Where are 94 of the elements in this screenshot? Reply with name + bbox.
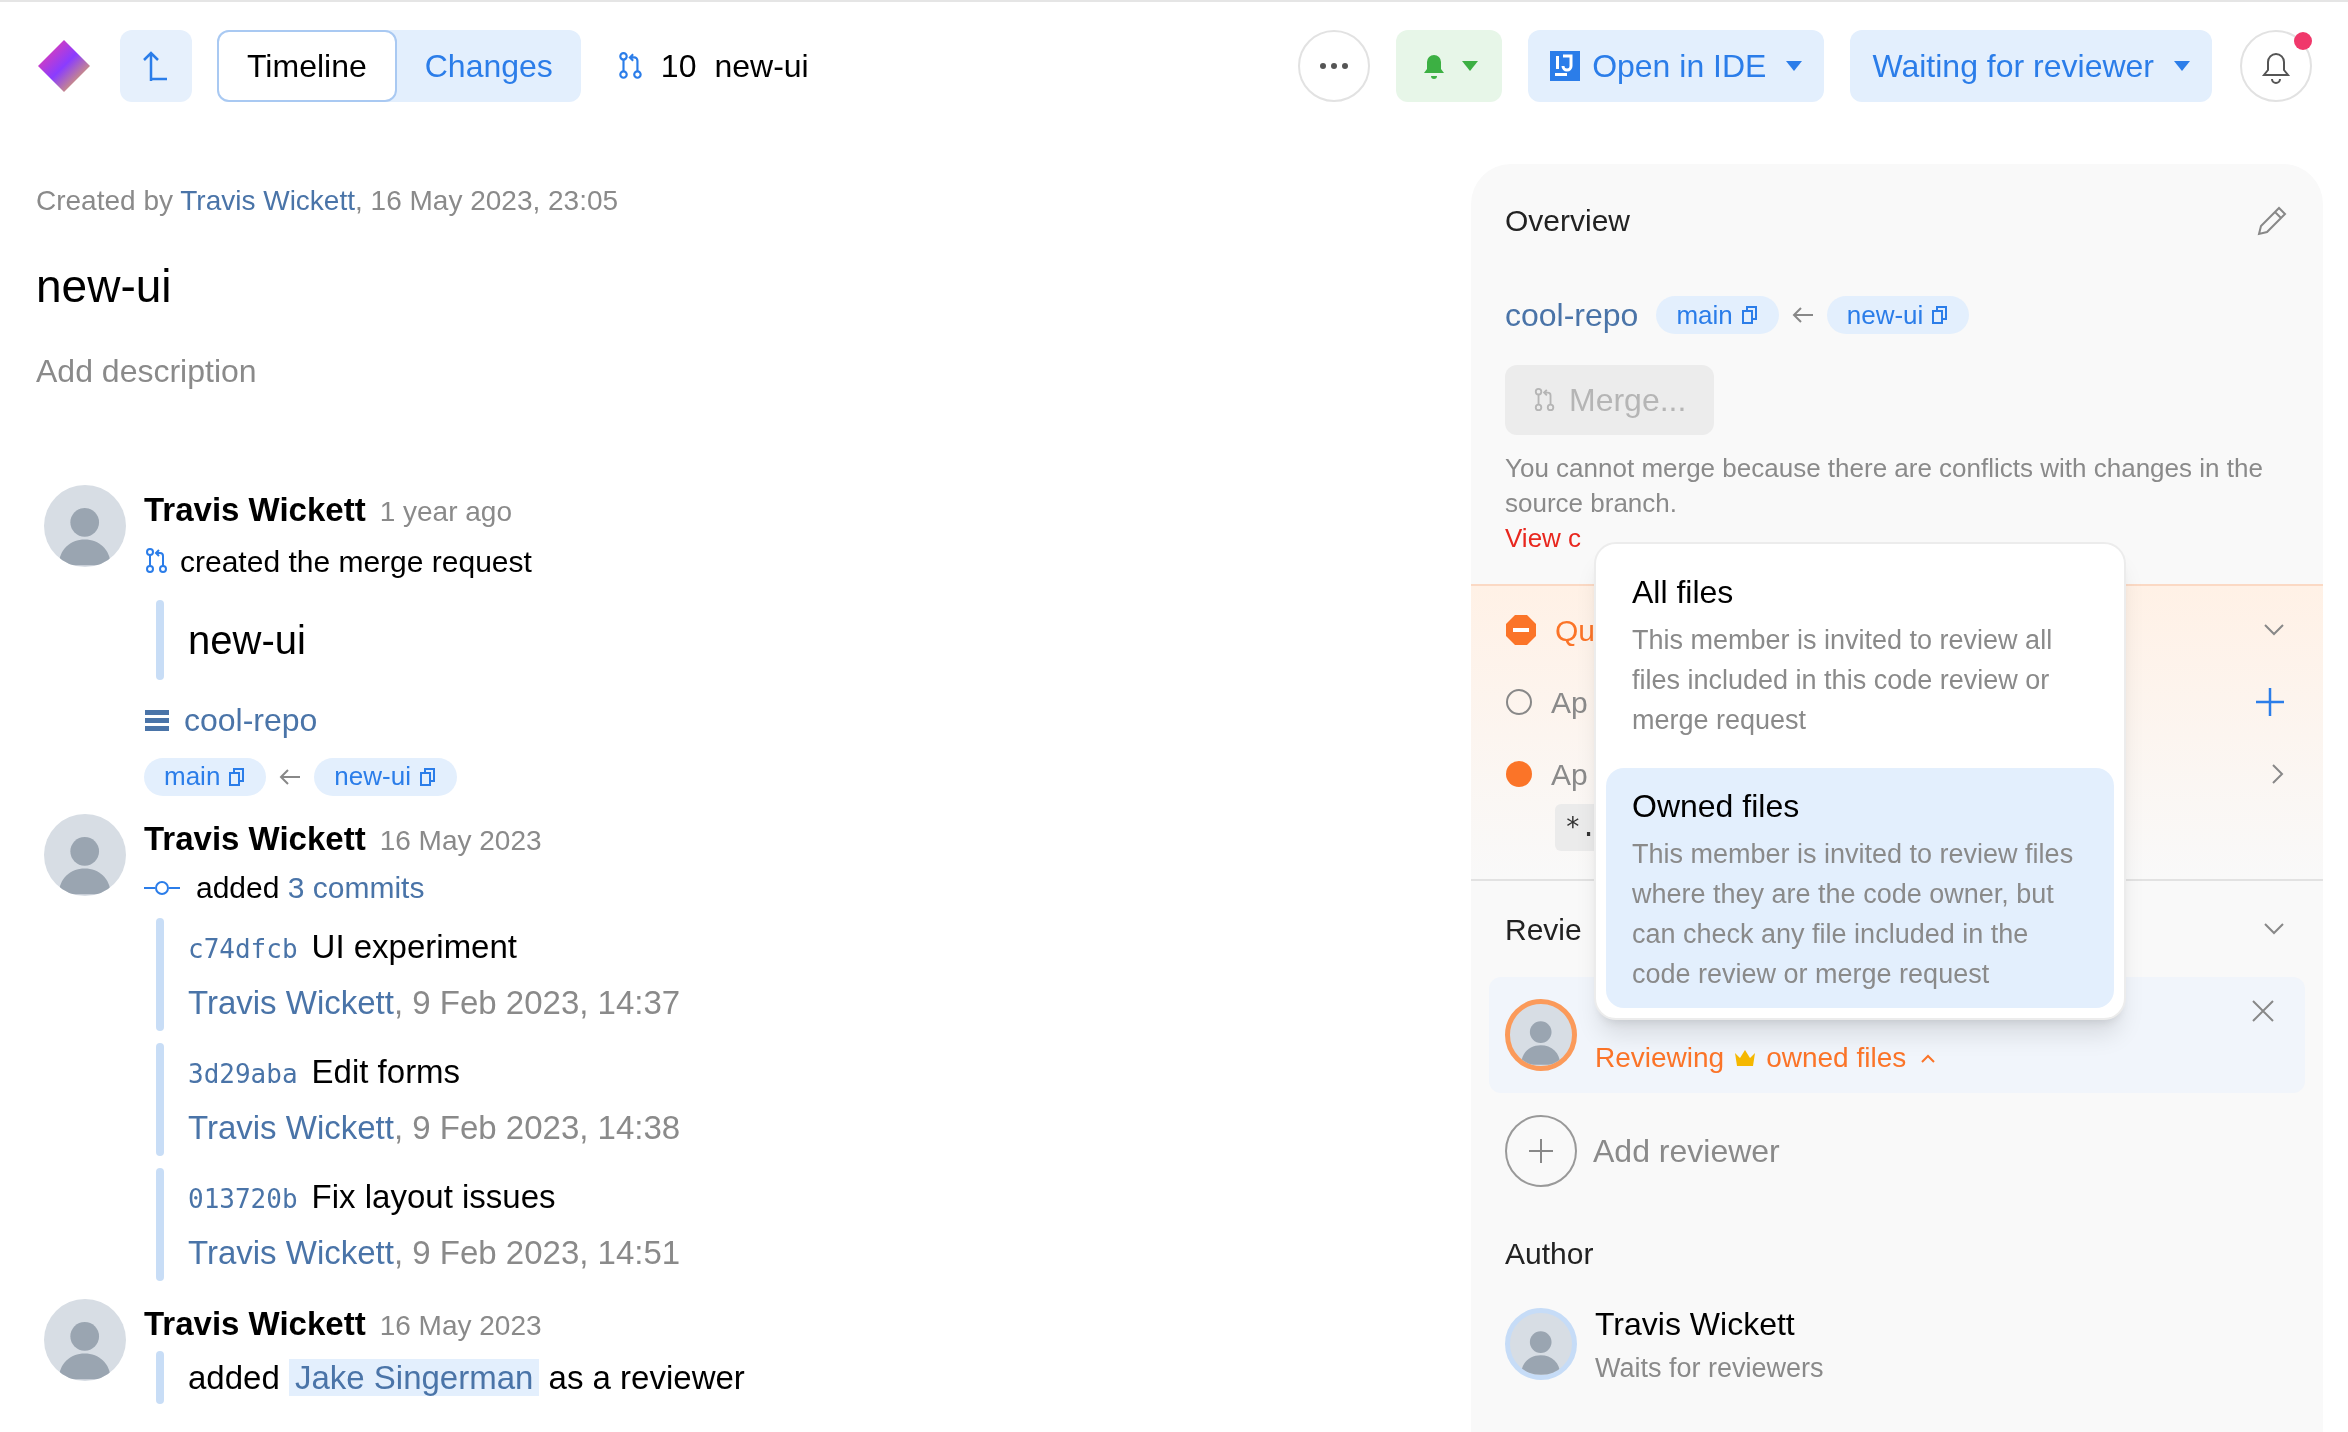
commit-message: UI experiment [311,927,517,967]
commit-author-date: Travis Wickett, 9 Feb 2023, 14:38 [188,1107,681,1148]
up-button[interactable] [120,30,192,102]
author-name: Travis Wickett [144,1304,366,1344]
subscription-button[interactable] [1396,30,1503,102]
target-branch-chip[interactable]: main [144,757,267,796]
rule-label: Ap [1551,684,1588,721]
event-action: created the merge request [180,543,532,580]
commit-icon [144,879,180,896]
author-link[interactable]: Travis Wickett [188,1108,394,1146]
created-by-text: Created by Travis Wickett, 16 May 2023, 23:05 [36,184,620,218]
merge-request-number: 10 [660,47,697,86]
review-status-button[interactable]: Waiting for reviewer [1850,30,2212,102]
crown-icon [1734,1049,1757,1067]
description-field[interactable]: Add description [36,347,257,395]
quote-bar [156,1350,164,1404]
tab[interactable]: Changes [396,30,581,102]
rule-action-button[interactable] [2255,687,2285,717]
option-description: This member is invited to review files where they are the code owner, but can check any file included in the code review or merge request [1632,838,2075,991]
plus-icon [2255,687,2285,717]
rule-action-button[interactable] [2271,763,2285,785]
caret-icon [1462,61,1479,71]
repository-link[interactable]: cool-repo [184,695,318,744]
commit-hash[interactable]: 3d29aba [188,1055,298,1094]
review-scope-dropdown[interactable]: owned files [1766,1037,1937,1079]
panel-title: Overview [1505,203,1631,239]
rule-label: Qu [1555,612,1596,649]
section-title: Revie [1505,911,1582,948]
collapse-button[interactable] [2263,922,2285,936]
remove-reviewer-button[interactable] [2251,999,2275,1023]
reviewer-mention[interactable]: Jake Singerman [288,1358,540,1396]
app-logo-icon [36,38,92,94]
merge-request-icon [1533,386,1557,414]
plus-circle-icon [1505,1115,1577,1187]
merge-blocked-message: You cannot merge because there are conflicts with changes in the source branch. [1505,452,2264,520]
repository-link[interactable]: cool-repo [1505,291,1639,339]
rule-label: Ap [1551,756,1588,793]
close-icon [2251,999,2275,1023]
empty-circle-icon [1505,688,1533,716]
source-branch-chip[interactable]: new-ui [1826,296,1970,334]
merge-request-title: new-ui [36,259,173,314]
merge-request-icon [616,51,645,81]
commit-message: Edit forms [311,1052,461,1092]
commits-link[interactable]: 3 commits [287,871,425,904]
filled-circle-icon [1505,760,1533,788]
open-in-ide-button[interactable]: Open in IDE [1528,30,1825,102]
copy-icon [1740,305,1759,325]
event-action: added Jake Singerman as a reviewer [188,1357,745,1398]
author-status: Waits for reviewers [1595,1352,1824,1385]
merge-request-icon [144,546,170,576]
notifications-button[interactable] [2240,30,2312,102]
left-arrow-icon [278,766,303,787]
menu-option[interactable]: Owned files This member is invited to review files where they are the code owner, but can check any file included in the code review or merge request [1606,768,2114,1008]
option-title: Owned files [1632,787,1801,826]
commit-message: Fix layout issues [311,1177,556,1217]
section-title: Author [1505,1236,1595,1272]
copy-icon [1931,305,1950,325]
left-arrow-icon [1790,305,1815,325]
add-reviewer-button[interactable]: Add reviewer [1505,1115,1780,1187]
rule-action-button[interactable] [2263,623,2285,637]
review-status: Reviewing [1595,1041,1725,1075]
merge-request-branch: new-ui [714,47,809,86]
blocked-icon [1505,614,1537,646]
more-icon [1319,62,1350,70]
caret-icon [2174,61,2190,71]
event-action: added 3 commits [196,870,425,906]
tab[interactable]: Timeline [217,30,397,102]
author-link[interactable]: Travis Wickett [188,983,394,1021]
list-icon [144,707,170,732]
commit-author-date: Travis Wickett, 9 Feb 2023, 14:51 [188,1232,681,1273]
ide-logo-icon [1550,51,1581,81]
author-name: Travis Wickett [144,818,366,859]
event-time: 1 year ago [379,495,512,529]
copy-icon [228,766,247,787]
commit-hash[interactable]: 013720b [188,1180,298,1219]
copy-icon [418,766,437,787]
chevron-down-icon [2263,922,2285,936]
commit-hash[interactable]: c74dfcb [188,930,298,969]
event-time: 16 May 2023 [379,1309,542,1343]
chevron-right-icon [2271,763,2285,785]
target-branch-chip[interactable]: main [1656,296,1779,334]
source-branch-chip[interactable]: new-ui [314,757,457,796]
chevron-down-icon [2263,623,2285,637]
author-link[interactable]: Travis Wickett [180,185,355,216]
author-name: Travis Wickett [144,490,366,530]
option-description: This member is invited to review all files included in this code review or merge request [1632,624,2054,737]
event-time: 16 May 2023 [379,823,542,858]
quoted-title: new-ui [188,616,306,664]
option-title: All files [1632,573,1735,612]
commit-author-date: Travis Wickett, 9 Feb 2023, 14:37 [188,982,681,1023]
view-conflicts-link[interactable]: View c [1505,521,1582,556]
author-link[interactable]: Travis Wickett [188,1233,394,1271]
caret-icon [1786,61,1803,71]
author-name: Travis Wickett [1595,1305,1796,1344]
